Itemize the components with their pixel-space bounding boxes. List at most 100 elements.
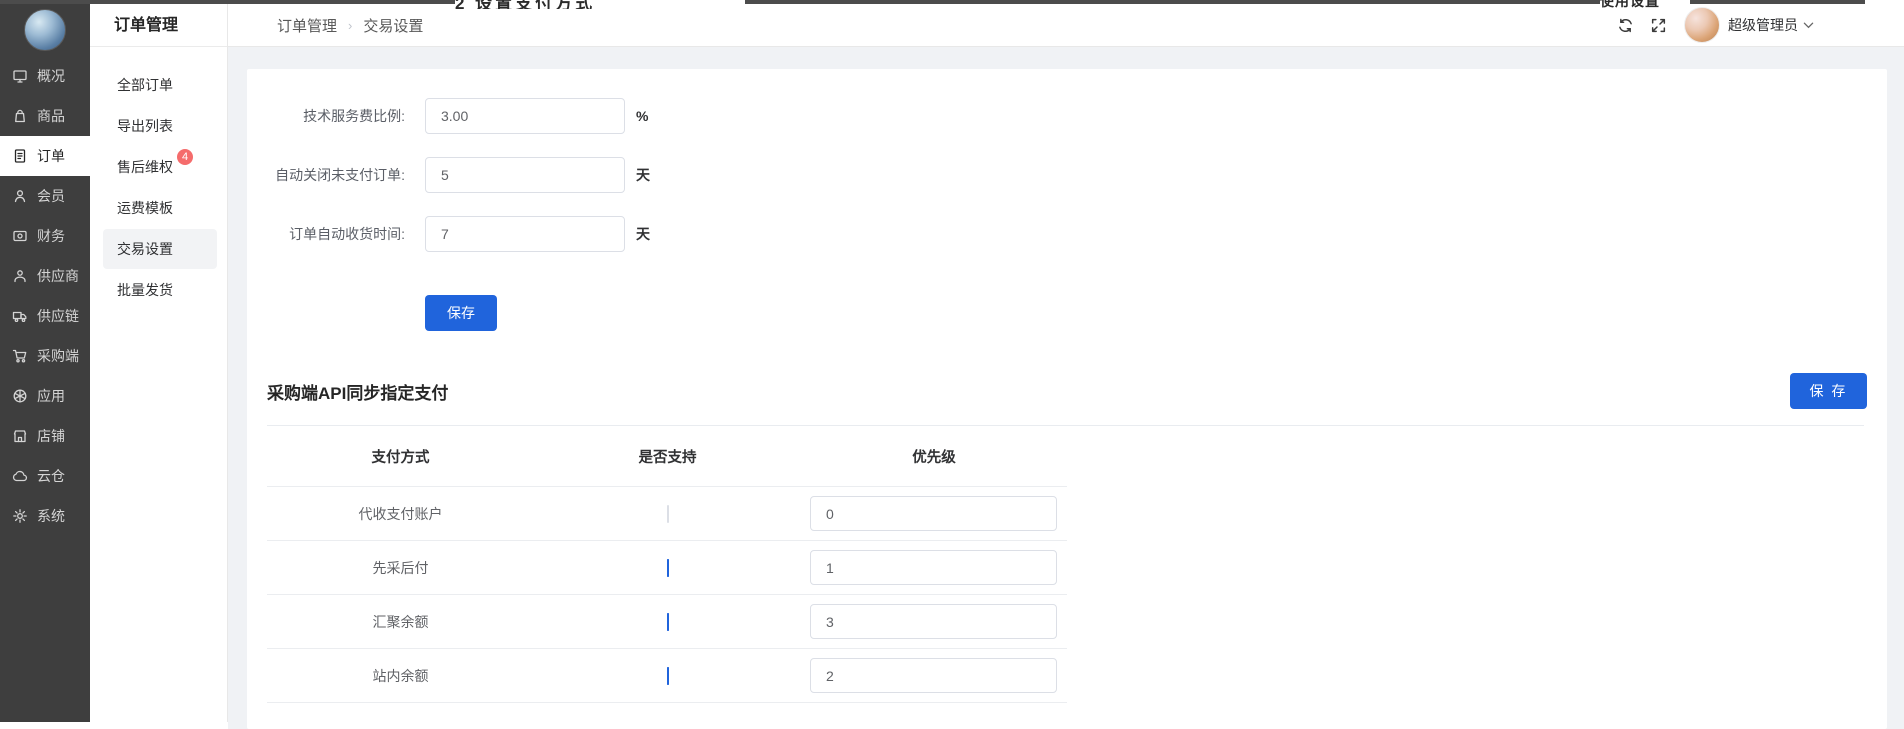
auto-close-unit: 天 <box>636 165 650 185</box>
fullscreen-icon[interactable] <box>1650 17 1667 34</box>
submenu-item-label: 交易设置 <box>117 239 173 259</box>
payment-save-button[interactable]: 保 存 <box>1790 373 1867 409</box>
sidebar-item-label: 供应链 <box>37 306 79 326</box>
form-row-service-fee: 技术服务费比例: % <box>267 98 1867 134</box>
priority-input[interactable] <box>810 496 1057 531</box>
auto-close-input[interactable] <box>425 157 625 193</box>
chevron-down-icon <box>1803 20 1814 31</box>
user-avatar[interactable] <box>1684 7 1720 43</box>
sidebar-item-apps[interactable]: 应用 <box>0 376 90 416</box>
col-header-supported: 是否支持 <box>534 446 801 467</box>
breadcrumb-trade-settings: 交易设置 <box>363 15 423 36</box>
sidebar-item-overview[interactable]: 概况 <box>0 56 90 96</box>
payment-table-header: 支付方式 是否支持 优先级 <box>267 426 1067 486</box>
sidebar-item-procurement[interactable]: 采购端 <box>0 336 90 376</box>
sidebar-item-label: 供应商 <box>37 266 79 286</box>
service-fee-unit: % <box>636 108 648 124</box>
submenu-item-label: 导出列表 <box>117 116 173 136</box>
top-cutoff-text: 使用设置 <box>1600 0 1690 9</box>
payment-method-label: 先采后付 <box>267 558 534 578</box>
top-cutoff-text: 2 设置支付方式 <box>455 0 745 9</box>
table-row-buy-first-pay-later: 先采后付 <box>267 540 1067 594</box>
sidebar-item-label: 店铺 <box>37 426 65 446</box>
settings-card: 技术服务费比例: % 自动关闭未支付订单: 天 订单自动收货时间: 天 保存 <box>247 69 1887 729</box>
form-row-auto-close: 自动关闭未支付订单: 天 <box>267 157 1867 193</box>
submenu-item-trade-settings[interactable]: 交易设置 <box>103 229 217 269</box>
supported-checkbox[interactable] <box>667 559 669 577</box>
sidebar-item-system[interactable]: 系统 <box>0 496 90 536</box>
sidebar-item-label: 订单 <box>37 146 65 166</box>
submenu-item-freight-template[interactable]: 运费模板 <box>103 188 217 228</box>
col-header-priority: 优先级 <box>801 446 1067 467</box>
procurement-icon <box>12 348 28 364</box>
system-icon <box>12 508 28 524</box>
top-cutoff-bar <box>1690 0 1865 4</box>
payment-method-label: 代收支付账户 <box>267 504 534 524</box>
sidebar-item-shop[interactable]: 店铺 <box>0 416 90 456</box>
submenu-title: 订单管理 <box>90 4 227 47</box>
sidebar-item-supplier[interactable]: 供应商 <box>0 256 90 296</box>
sidebar-item-cloud-warehouse[interactable]: 云仓 <box>0 456 90 496</box>
logo-wrap <box>0 4 90 56</box>
breadcrumb-order-management[interactable]: 订单管理 <box>277 15 337 36</box>
sidebar-item-label: 财务 <box>37 226 65 246</box>
submenu-item-label: 批量发货 <box>117 280 173 300</box>
primary-sidebar: 概况 商品 订单 会员 财务 供应商 供应链 采购端 <box>0 0 90 722</box>
sidebar-item-goods[interactable]: 商品 <box>0 96 90 136</box>
supported-checkbox[interactable] <box>667 505 669 523</box>
service-fee-input[interactable] <box>425 98 625 134</box>
sidebar-item-label: 采购端 <box>37 346 79 366</box>
sidebar-item-members[interactable]: 会员 <box>0 176 90 216</box>
sidebar-item-label: 商品 <box>37 106 65 126</box>
sidebar-item-orders[interactable]: 订单 <box>0 136 90 176</box>
submenu-item-batch-shipping[interactable]: 批量发货 <box>103 270 217 310</box>
apps-icon <box>12 388 28 404</box>
cloud-warehouse-icon <box>12 468 28 484</box>
after-sales-count-badge: 4 <box>177 149 193 165</box>
auto-close-label: 自动关闭未支付订单: <box>267 165 405 185</box>
table-row-site-balance: 站内余额 <box>267 648 1067 703</box>
sidebar-item-label: 系统 <box>37 506 65 526</box>
header-right: 超级管理员 <box>1617 7 1814 43</box>
top-cutoff-bar <box>745 0 1600 4</box>
sidebar-item-supply-chain[interactable]: 供应链 <box>0 296 90 336</box>
auto-receive-input[interactable] <box>425 216 625 252</box>
breadcrumb: 订单管理 › 交易设置 <box>277 15 423 36</box>
payment-methods-table: 支付方式 是否支持 优先级 代收支付账户 先采后付 <box>267 426 1067 703</box>
supplier-icon <box>12 268 28 284</box>
content-area: 技术服务费比例: % 自动关闭未支付订单: 天 订单自动收货时间: 天 保存 <box>228 47 1904 729</box>
orders-icon <box>12 148 28 164</box>
site-logo-avatar[interactable] <box>24 9 66 51</box>
priority-input[interactable] <box>810 658 1057 693</box>
table-row-collect-account: 代收支付账户 <box>267 486 1067 540</box>
breadcrumb-separator-icon: › <box>348 18 352 33</box>
sidebar-item-label: 会员 <box>37 186 65 206</box>
submenu-item-after-sales[interactable]: 售后维权 4 <box>103 147 217 187</box>
priority-input[interactable] <box>810 604 1057 639</box>
sidebar-item-finance[interactable]: 财务 <box>0 216 90 256</box>
sidebar-item-label: 云仓 <box>37 466 65 486</box>
sidebar-item-label: 应用 <box>37 386 65 406</box>
payment-section-title: 采购端API同步指定支付 <box>267 379 448 404</box>
submenu-item-export-list[interactable]: 导出列表 <box>103 106 217 146</box>
priority-input[interactable] <box>810 550 1057 585</box>
submenu-item-all-orders[interactable]: 全部订单 <box>103 65 217 105</box>
submenu-item-label: 运费模板 <box>117 198 173 218</box>
finance-icon <box>12 228 28 244</box>
top-cutoff-bar <box>0 0 455 4</box>
app-window: 概况 商品 订单 会员 财务 供应商 供应链 采购端 <box>0 0 1904 722</box>
supported-checkbox[interactable] <box>667 667 669 685</box>
auto-receive-unit: 天 <box>636 224 650 244</box>
supported-checkbox[interactable] <box>667 613 669 631</box>
col-header-method: 支付方式 <box>267 446 534 467</box>
form-save-button[interactable]: 保存 <box>425 295 497 331</box>
shop-icon <box>12 428 28 444</box>
refresh-icon[interactable] <box>1617 17 1634 34</box>
overview-icon <box>12 68 28 84</box>
order-submenu-panel: 订单管理 全部订单 导出列表 售后维权 4 运费模板 交易设置 批量发货 <box>90 0 228 722</box>
payment-method-label: 站内余额 <box>267 666 534 686</box>
user-menu[interactable]: 超级管理员 <box>1728 15 1814 35</box>
members-icon <box>12 188 28 204</box>
user-name-label: 超级管理员 <box>1728 15 1798 35</box>
auto-receive-label: 订单自动收货时间: <box>267 224 405 244</box>
